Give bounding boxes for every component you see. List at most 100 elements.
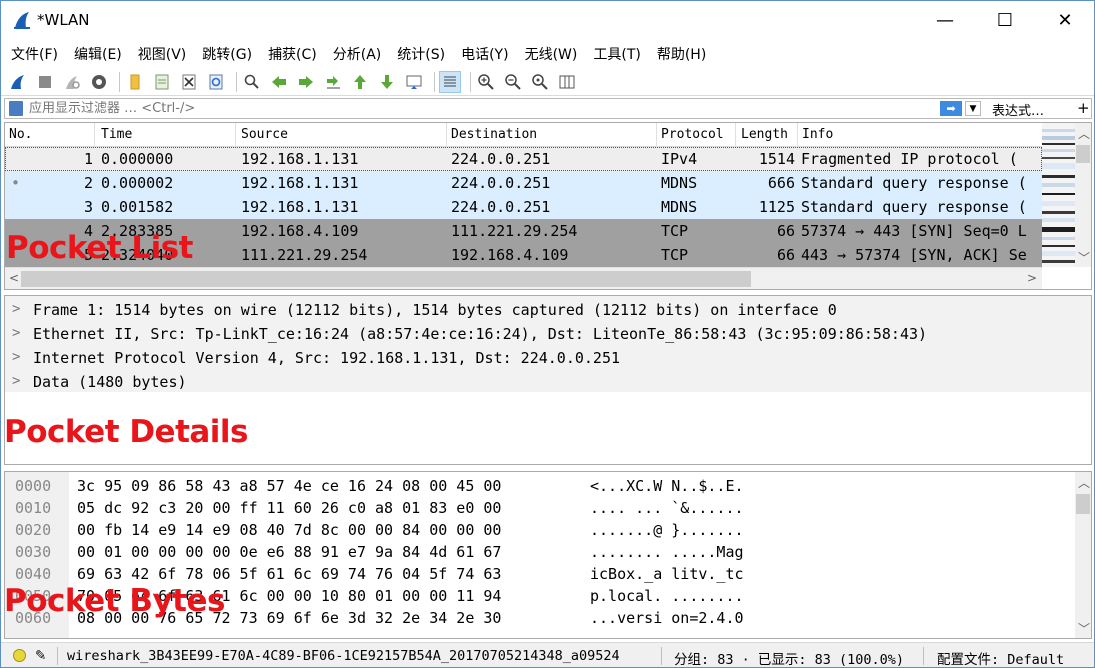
scroll-thumb[interactable]	[21, 271, 751, 287]
menu-telephony[interactable]: 电话(Y)	[461, 44, 508, 64]
filter-history-dropdown[interactable]: ▼	[965, 101, 981, 116]
scroll-up-icon[interactable]: ︿	[1078, 474, 1090, 491]
auto-scroll-icon[interactable]	[403, 71, 425, 93]
minimize-button[interactable]: —	[922, 1, 968, 39]
cell-destination: 111.221.29.254	[451, 222, 578, 240]
detail-text: Data (1480 bytes)	[33, 373, 187, 391]
reload-file-icon[interactable]	[205, 71, 227, 93]
menu-wireless[interactable]: 无线(W)	[525, 44, 578, 64]
packet-list-vscroll[interactable]: ︿ ﹀	[1075, 123, 1091, 267]
byte-hex[interactable]: 00 fb 14 e9 14 e9 08 40 7d 8c 00 00 84 0…	[77, 521, 501, 539]
byte-ascii[interactable]: <...XC.W N..$..E.	[590, 477, 744, 495]
first-packet-icon[interactable]	[349, 71, 371, 93]
menu-analyze[interactable]: 分析(A)	[333, 44, 382, 64]
restart-capture-icon[interactable]	[61, 71, 83, 93]
packet-list-hscroll[interactable]: < >	[5, 267, 1042, 289]
open-file-icon[interactable]	[124, 71, 146, 93]
column-header-length[interactable]: Length	[741, 127, 788, 142]
scroll-down-icon[interactable]: ﹀	[1078, 620, 1090, 637]
colorize-icon[interactable]	[439, 70, 461, 93]
menu-file[interactable]: 文件(F)	[11, 44, 58, 64]
expand-arrow-icon[interactable]: >	[12, 301, 20, 317]
byte-offset: 0020	[15, 521, 52, 539]
profile-label[interactable]: 配置文件: Default	[937, 648, 1064, 667]
byte-ascii[interactable]: .......@ }.......	[590, 521, 744, 539]
minimize-icon: —	[936, 9, 954, 31]
save-file-icon[interactable]	[151, 71, 173, 93]
column-header-info[interactable]: Info	[802, 127, 833, 142]
zoom-in-icon[interactable]	[475, 71, 497, 93]
column-divider[interactable]	[797, 123, 798, 147]
cell-time: 0.000000	[101, 150, 174, 168]
minimap-line	[1042, 143, 1075, 145]
column-header-no[interactable]: No.	[9, 127, 32, 142]
scroll-up-icon[interactable]: ︿	[1078, 125, 1090, 142]
menu-view[interactable]: 视图(V)	[138, 44, 187, 64]
maximize-button[interactable]: ☐	[982, 1, 1028, 39]
expand-arrow-icon[interactable]: >	[12, 349, 20, 365]
display-filter-input[interactable]	[29, 101, 629, 116]
column-header-destination[interactable]: Destination	[451, 127, 537, 142]
column-divider[interactable]	[235, 123, 236, 147]
scroll-thumb[interactable]	[1076, 494, 1090, 514]
expand-arrow-icon[interactable]: >	[12, 373, 20, 389]
menu-edit[interactable]: 编辑(E)	[74, 44, 122, 64]
menu-tools[interactable]: 工具(T)	[593, 44, 640, 64]
find-packet-icon[interactable]	[241, 71, 263, 93]
bookmark-icon[interactable]	[9, 101, 23, 116]
resize-columns-icon[interactable]	[556, 71, 578, 93]
menu-go[interactable]: 跳转(G)	[202, 44, 252, 64]
byte-hex[interactable]: 05 dc 92 c3 20 00 ff 11 60 26 c0 a8 01 8…	[77, 499, 501, 517]
packet-minimap[interactable]	[1042, 123, 1075, 267]
go-forward-icon[interactable]	[295, 71, 317, 93]
byte-ascii[interactable]: p.local. ........	[590, 587, 744, 605]
scroll-thumb[interactable]	[1076, 145, 1090, 163]
packet-list-header: No. Time Source Destination Protocol Len…	[5, 123, 1042, 147]
go-to-packet-icon[interactable]	[322, 71, 344, 93]
byte-offset: 0000	[15, 477, 52, 495]
byte-hex[interactable]: 3c 95 09 86 58 43 a8 57 4e ce 16 24 08 0…	[77, 477, 501, 495]
capture-comment-icon[interactable]: ✎	[35, 648, 46, 664]
byte-ascii[interactable]: ........ .....Mag	[590, 543, 744, 561]
bytes-vscroll[interactable]: ︿ ﹀	[1075, 472, 1091, 638]
menu-bar: 文件(F) 编辑(E) 视图(V) 跳转(G) 捕获(C) 分析(A) 统计(S…	[1, 41, 1094, 67]
last-packet-icon[interactable]	[376, 71, 398, 93]
packet-row[interactable]: 1 0.000000 192.168.1.131 224.0.0.251 IPv4 151…	[5, 147, 1042, 171]
capture-options-icon[interactable]	[88, 71, 110, 93]
scroll-left-icon[interactable]: <	[9, 271, 19, 285]
close-file-icon[interactable]	[178, 71, 200, 93]
scroll-down-icon[interactable]: ﹀	[1078, 249, 1090, 266]
start-capture-icon[interactable]	[7, 71, 29, 93]
expression-button[interactable]: 表达式…	[992, 100, 1044, 119]
column-divider[interactable]	[446, 123, 447, 147]
add-filter-button[interactable]: +	[1077, 99, 1090, 117]
cell-time: 0.000002	[101, 174, 174, 192]
menu-statistics[interactable]: 统计(S)	[397, 44, 445, 64]
packet-row[interactable]: • 2 0.000002 192.168.1.131 224.0.0.251 MDNS 66…	[5, 171, 1042, 195]
column-header-time[interactable]: Time	[101, 127, 132, 142]
column-header-source[interactable]: Source	[241, 127, 288, 142]
expert-info-icon[interactable]	[13, 649, 26, 662]
byte-hex[interactable]: 69 63 42 6f 78 06 5f 61 6c 69 74 76 04 5…	[77, 565, 501, 583]
normal-size-icon[interactable]	[529, 71, 551, 93]
stop-capture-icon[interactable]	[34, 71, 56, 93]
packet-row[interactable]: 3 0.001582 192.168.1.131 224.0.0.251 MDNS 112…	[5, 195, 1042, 219]
byte-ascii[interactable]: icBox._a litv._tc	[590, 565, 744, 583]
column-divider[interactable]	[656, 123, 657, 147]
byte-ascii[interactable]: ...versi on=2.4.0	[590, 609, 744, 627]
column-divider[interactable]	[735, 123, 736, 147]
menu-help[interactable]: 帮助(H)	[657, 44, 706, 64]
byte-hex[interactable]: 00 01 00 00 00 00 0e e6 88 91 e7 9a 84 4…	[77, 543, 501, 561]
minimap-line	[1042, 218, 1075, 222]
apply-filter-button[interactable]: ➡	[940, 101, 962, 116]
column-divider[interactable]	[94, 123, 95, 147]
column-header-protocol[interactable]: Protocol	[661, 127, 724, 142]
close-button[interactable]: ✕	[1042, 1, 1088, 39]
byte-ascii[interactable]: .... ... `&......	[590, 499, 744, 517]
expand-arrow-icon[interactable]: >	[12, 325, 20, 341]
scroll-right-icon[interactable]: >	[1027, 271, 1037, 285]
menu-capture[interactable]: 捕获(C)	[268, 44, 317, 64]
zoom-out-icon[interactable]	[502, 71, 524, 93]
toolbar-separator	[119, 71, 120, 92]
go-back-icon[interactable]	[268, 71, 290, 93]
